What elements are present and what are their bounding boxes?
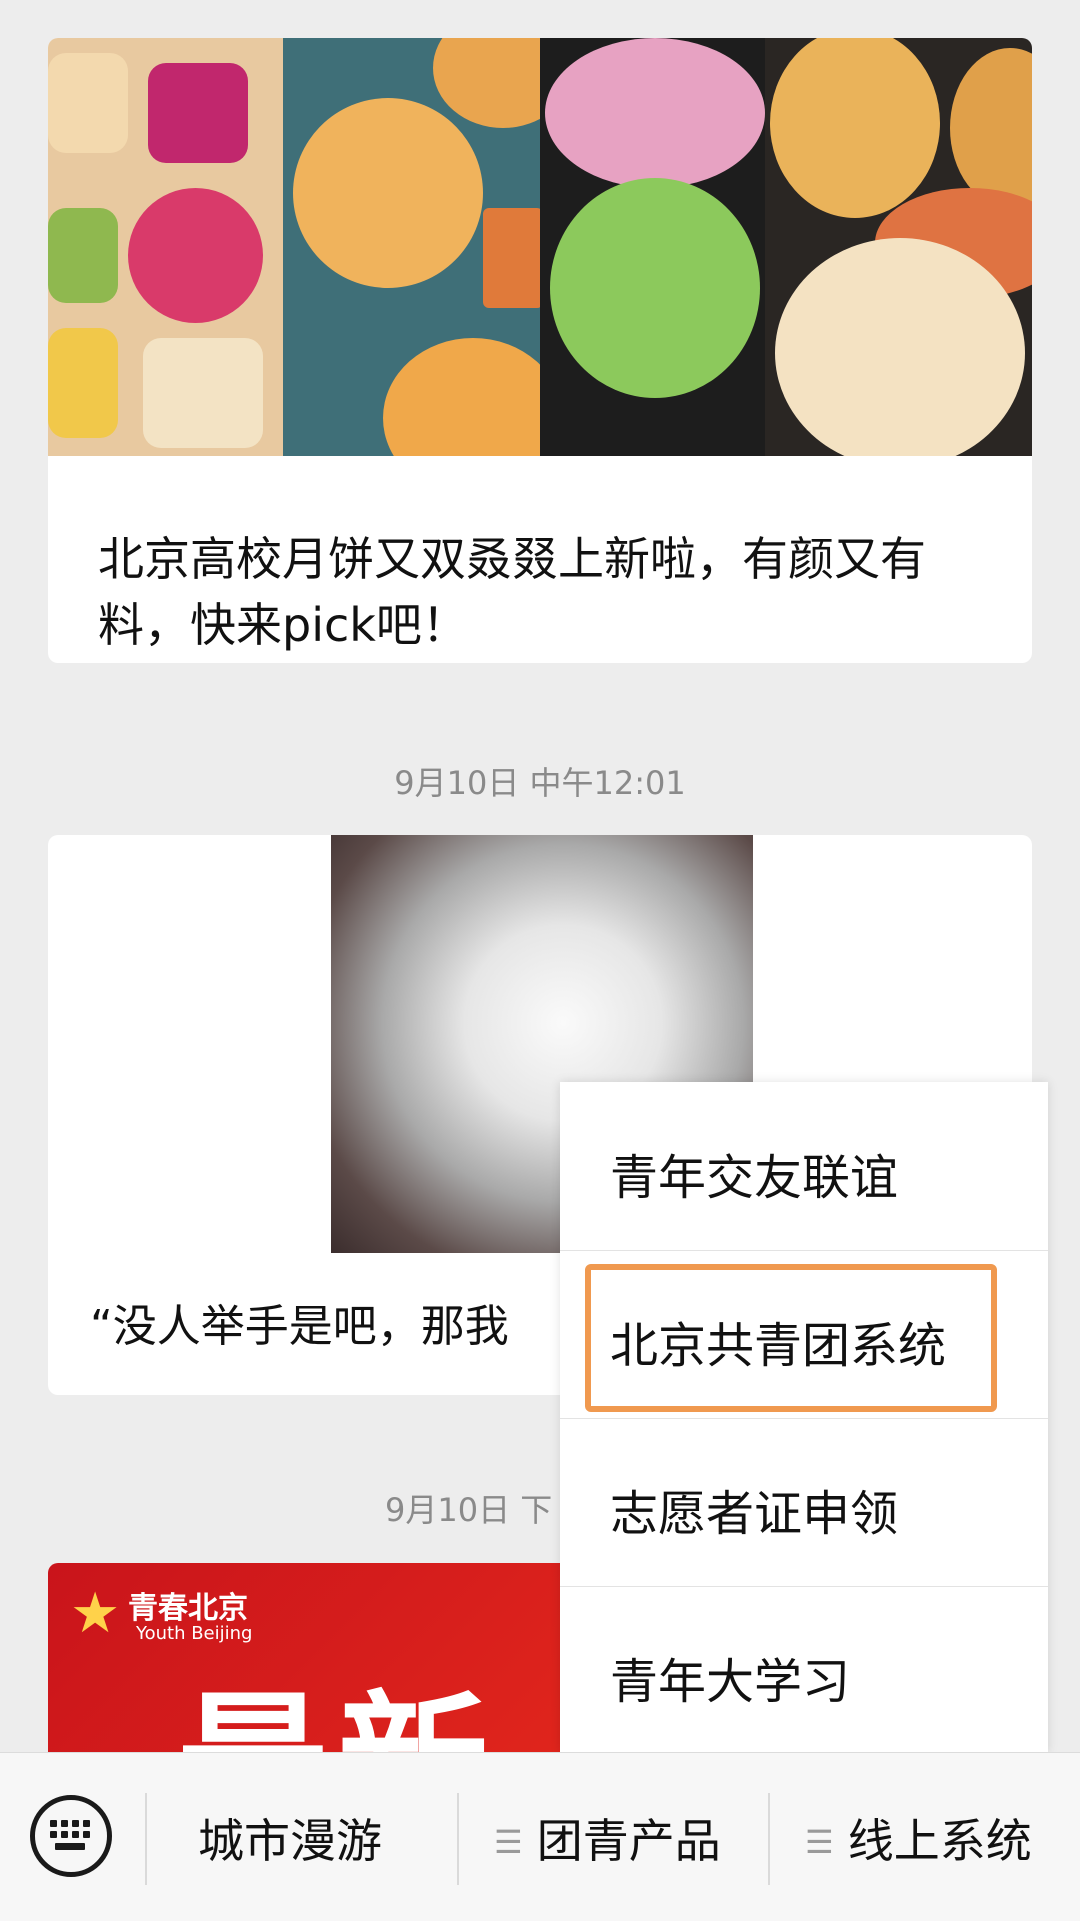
- message-timestamp: 9月10日 中午12:01: [394, 764, 686, 802]
- brand-name: 青春北京: [128, 1591, 248, 1626]
- mooncake-photo-4: [765, 38, 1032, 456]
- tab-label: 团青产品: [536, 1814, 721, 1868]
- mooncake-photo-3: [540, 38, 765, 456]
- tab-label: 线上系统: [847, 1814, 1032, 1868]
- bottom-menu-bar: 城市漫游 ☰ 团青产品 ☰ 线上系统: [0, 1752, 1080, 1921]
- menu-item-youth-social[interactable]: 青年交友联谊: [560, 1082, 1048, 1251]
- menu-lines-icon: ☰: [805, 1823, 834, 1861]
- tab-city-tour[interactable]: 城市漫游: [198, 1805, 382, 1871]
- menu-lines-icon: ☰: [494, 1823, 523, 1861]
- menu-item-label: 青年交友联谊: [610, 1150, 899, 1206]
- popup-menu: 青年交友联谊 北京共青团系统 志愿者证申领 青年大学习: [560, 1082, 1048, 1752]
- brand-name-en: Youth Beijing: [136, 1623, 253, 1644]
- menu-item-cyl-system[interactable]: 北京共青团系统: [560, 1250, 1048, 1419]
- article-title: “没人举手是吧，那我: [90, 1301, 509, 1352]
- menu-item-volunteer-cert[interactable]: 志愿者证申领: [560, 1418, 1048, 1587]
- tab-youth-products[interactable]: ☰ 团青产品: [494, 1805, 721, 1871]
- tab-label: 城市漫游: [198, 1814, 382, 1868]
- message-timestamp: 9月10日 下: [385, 1491, 553, 1529]
- banner-headline: 最新: [178, 1643, 498, 1763]
- keyboard-icon[interactable]: [30, 1795, 112, 1877]
- mooncake-photo-2: [283, 38, 540, 456]
- article-title: 北京高校月饼又双叒叕上新啦，有颜又有料，快来pick吧！: [98, 532, 926, 652]
- menu-item-label: 北京共青团系统: [610, 1318, 947, 1374]
- mooncake-photo-1: [48, 38, 283, 456]
- menu-item-label: 青年大学习: [610, 1654, 851, 1710]
- menu-item-youth-study[interactable]: 青年大学习: [560, 1586, 1048, 1754]
- divider: [145, 1793, 147, 1885]
- tab-online-system[interactable]: ☰ 线上系统: [805, 1805, 1032, 1871]
- divider: [768, 1793, 770, 1885]
- star-logo-icon: ★: [70, 1581, 121, 1646]
- menu-item-label: 志愿者证申领: [610, 1486, 899, 1542]
- article-card-mooncake[interactable]: 北京高校月饼又双叒叕上新啦，有颜又有料，快来pick吧！: [48, 38, 1032, 663]
- article-cover-image: [48, 38, 1032, 456]
- divider: [457, 1793, 459, 1885]
